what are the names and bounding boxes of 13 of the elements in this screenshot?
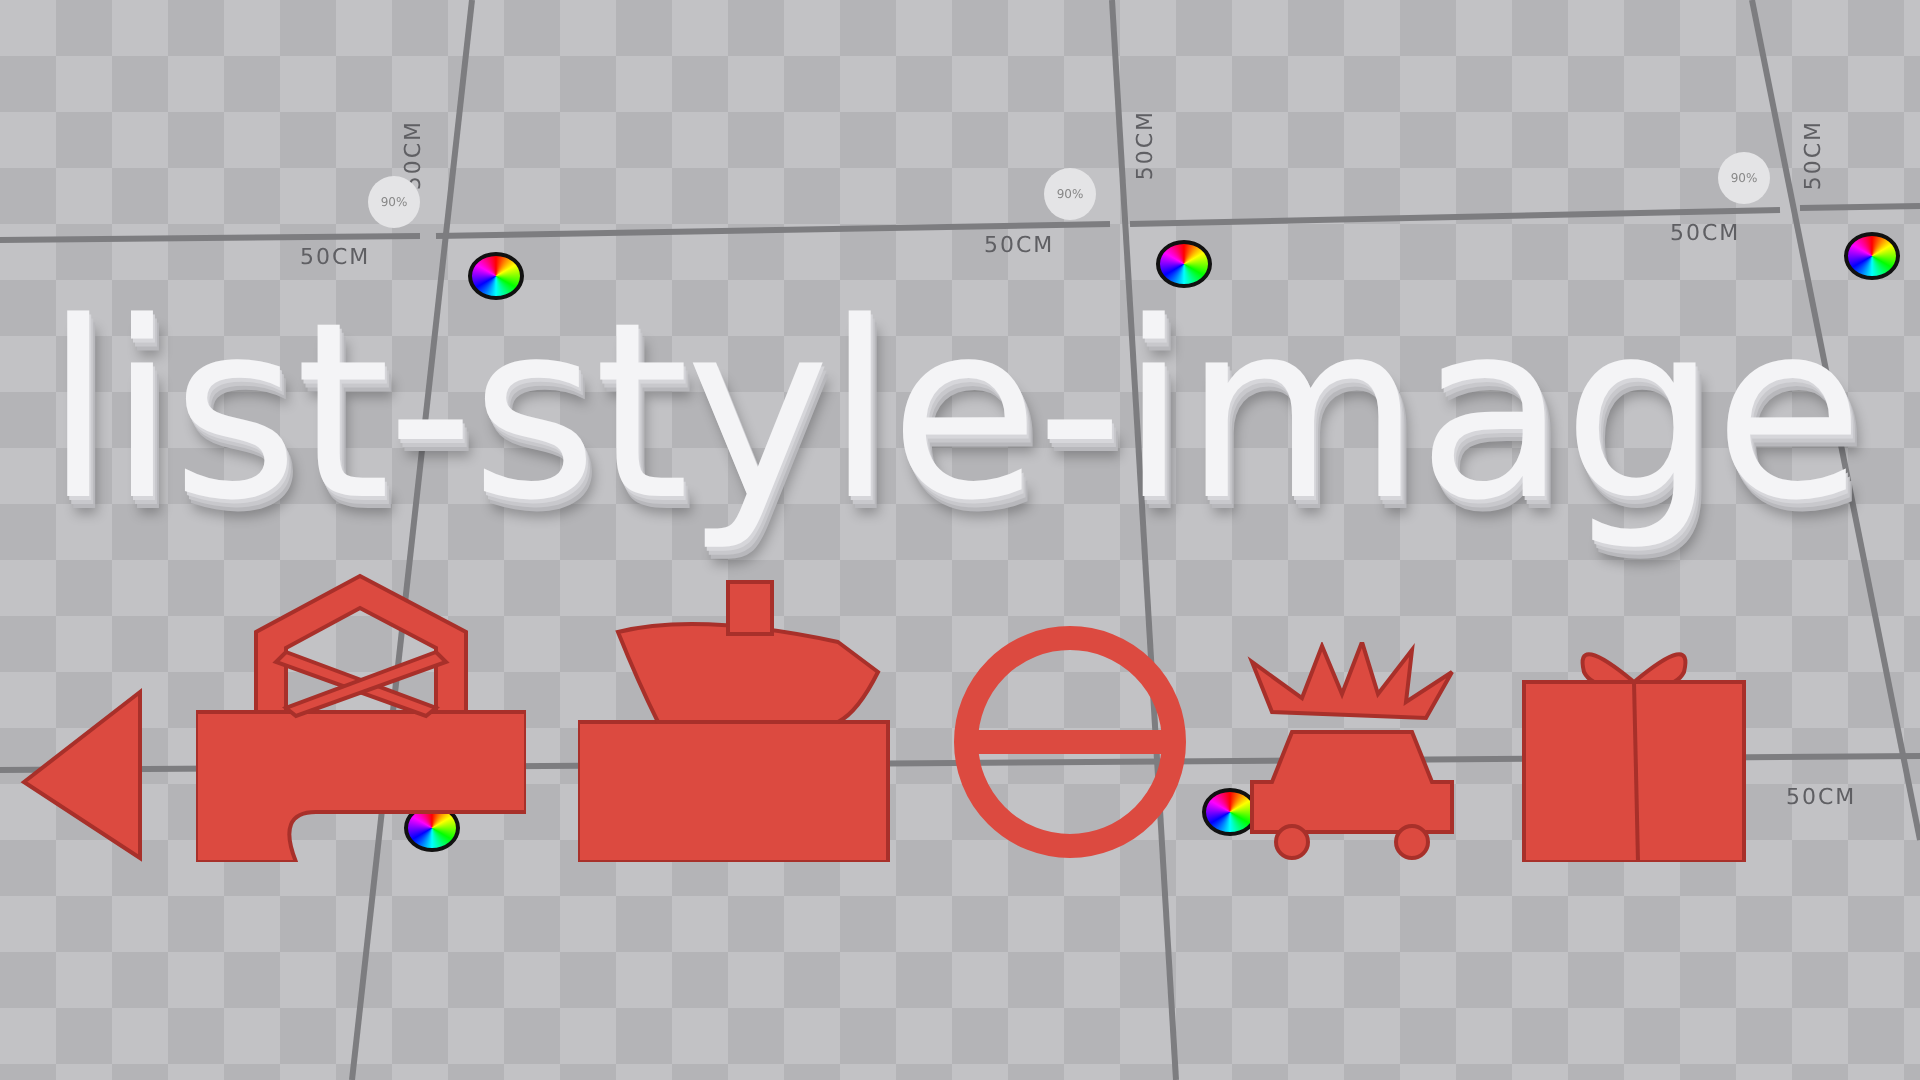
- color-wheel-icon: [1844, 232, 1900, 280]
- no-sign-icon: [950, 622, 1190, 863]
- triangle-icon: [20, 682, 144, 863]
- scale-label: 50CM: [1670, 220, 1741, 246]
- house-icon: [196, 572, 526, 863]
- color-wheel-icon: [1156, 240, 1212, 288]
- scale-label: 50CM: [1786, 784, 1857, 810]
- scale-label: 50CM: [300, 244, 371, 270]
- scale-label: 50CM: [1800, 120, 1826, 191]
- scale-label: 50CM: [984, 232, 1055, 258]
- title-text: list-style-image: [44, 284, 1862, 558]
- color-wheel-icon: [468, 252, 524, 300]
- scale-label: 50CM: [1132, 110, 1158, 181]
